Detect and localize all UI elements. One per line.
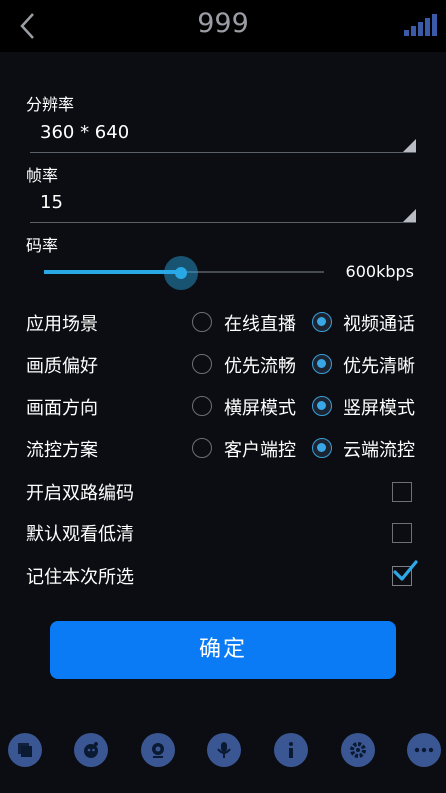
resolution-label: 分辨率	[26, 95, 75, 114]
radio-label[interactable]: 在线直播	[224, 310, 296, 336]
page-title: 999	[197, 8, 249, 39]
bottom-toolbar	[0, 725, 446, 775]
checkmark-icon	[393, 560, 418, 581]
option-row-flow-control: 流控方案 客户端控 云端流控	[0, 433, 446, 463]
settings-icon[interactable]	[341, 733, 375, 767]
screen-icon[interactable]	[8, 733, 42, 767]
radio-label[interactable]: 视频通话	[343, 310, 415, 336]
low-quality-checkbox[interactable]	[392, 523, 412, 543]
radio-clear[interactable]	[312, 354, 332, 374]
radio-portrait[interactable]	[312, 396, 332, 416]
radio-smooth[interactable]	[192, 354, 212, 374]
info-icon[interactable]	[274, 733, 308, 767]
beauty-icon[interactable]	[74, 733, 108, 767]
option-row-scene: 应用场景 在线直播 视频通话	[0, 307, 446, 337]
check-label: 开启双路编码	[26, 483, 134, 504]
radio-label[interactable]: 竖屏模式	[343, 394, 415, 420]
check-row-low-quality: 默认观看低清	[0, 517, 446, 547]
option-label: 流控方案	[26, 440, 98, 461]
radio-live[interactable]	[192, 312, 212, 332]
radio-cloud-control[interactable]	[312, 438, 332, 458]
framerate-label: 帧率	[26, 166, 59, 185]
mic-icon[interactable]	[207, 733, 241, 767]
signal-bars-icon	[404, 14, 437, 36]
check-row-remember: 记住本次所选	[0, 560, 446, 590]
framerate-select[interactable]: 15	[30, 188, 416, 223]
radio-video-call[interactable]	[312, 312, 332, 332]
dropdown-arrow-icon	[403, 139, 416, 152]
check-row-dual-encoding: 开启双路编码	[0, 476, 446, 506]
slider-thumb[interactable]	[164, 256, 199, 290]
radio-label[interactable]: 云端流控	[343, 436, 415, 462]
radio-landscape[interactable]	[192, 396, 212, 416]
option-label: 画质偏好	[26, 356, 98, 377]
option-row-orientation: 画面方向 横屏模式 竖屏模式	[0, 391, 446, 421]
confirm-button[interactable]: 确定	[50, 621, 396, 679]
dual-encoding-checkbox[interactable]	[392, 482, 412, 502]
radio-client-control[interactable]	[192, 438, 212, 458]
top-bar: 999	[0, 0, 446, 52]
radio-label[interactable]: 优先清晰	[343, 352, 415, 378]
resolution-select[interactable]: 360 * 640	[30, 118, 416, 153]
remember-checkbox[interactable]	[392, 560, 418, 586]
framerate-value: 15	[40, 192, 63, 213]
slider-fill	[44, 270, 182, 274]
resolution-value: 360 * 640	[40, 122, 130, 143]
radio-label[interactable]: 客户端控	[224, 436, 296, 462]
radio-label[interactable]: 优先流畅	[224, 352, 296, 378]
camera-icon[interactable]	[141, 733, 175, 767]
bitrate-value: 600kbps	[345, 262, 414, 281]
option-row-quality: 画质偏好 优先流畅 优先清晰	[0, 349, 446, 379]
radio-label[interactable]: 横屏模式	[224, 394, 296, 420]
more-icon[interactable]	[407, 733, 441, 767]
dropdown-arrow-icon	[403, 209, 416, 222]
option-label: 画面方向	[26, 398, 98, 419]
option-label: 应用场景	[26, 314, 98, 335]
check-label: 记住本次所选	[26, 567, 134, 588]
bitrate-label: 码率	[26, 236, 59, 255]
bitrate-slider[interactable]	[44, 256, 324, 290]
check-label: 默认观看低清	[26, 524, 134, 545]
